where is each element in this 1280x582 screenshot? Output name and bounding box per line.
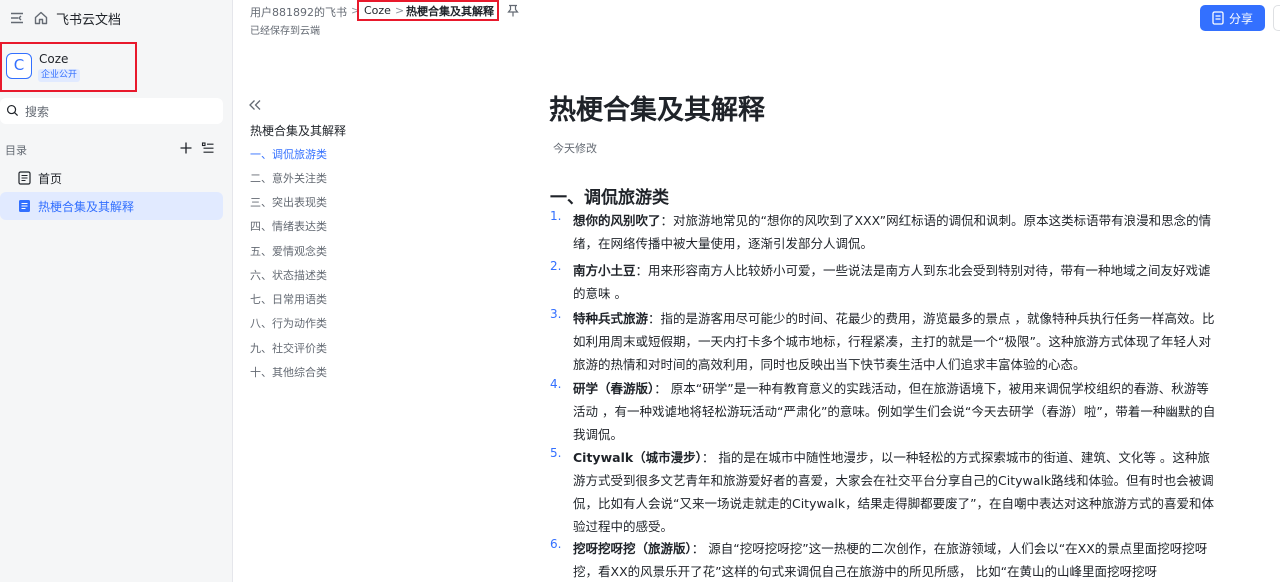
description: ：对旅游地常见的“想你的风吹到了XXX”网红标语的调侃和讽刺。原本这类标语带有浪… <box>573 213 1212 251</box>
outline-item[interactable]: 五、爱情观念类 <box>250 243 327 259</box>
list-item-text: Citywalk（城市漫步）： 指的是在城市中随性地漫步，以一种轻松的方式探索城… <box>573 446 1218 538</box>
share-button-label: 分享 <box>1229 12 1254 26</box>
section-heading[interactable]: 一、调侃旅游类 <box>550 183 669 208</box>
header-more-button[interactable] <box>1273 5 1280 31</box>
breadcrumb-doc-title[interactable]: 热梗合集及其解释 <box>406 3 494 19</box>
doc-icon <box>18 171 31 185</box>
sidebar-item-label: 首页 <box>38 172 63 186</box>
list-item-text: 特种兵式旅游：指的是游客用尽可能少的时间、花最少的费用，游览最多的景点 ，就像特… <box>573 307 1218 376</box>
save-status: 已经保存到云端 <box>250 26 320 37</box>
term: 挖呀挖呀挖（旅游版） <box>573 541 692 556</box>
list-number: 6. <box>550 537 562 551</box>
outline-item[interactable]: 三、突出表现类 <box>250 194 327 210</box>
term: 想你的风别吹了 <box>573 213 661 228</box>
breadcrumb-owner[interactable]: 用户881892的飞书 <box>250 4 347 20</box>
outline-title[interactable]: 热梗合集及其解释 <box>250 122 346 139</box>
list-number: 4. <box>550 377 562 391</box>
list-icon[interactable] <box>201 141 215 155</box>
outline-item[interactable]: 二、意外关注类 <box>250 170 327 186</box>
doc-title[interactable]: 热梗合集及其解释 <box>549 88 765 127</box>
workspace-visibility-badge: 企业公开 <box>38 69 81 82</box>
sidebar-item-current-doc[interactable]: 热梗合集及其解释 <box>0 192 223 220</box>
pin-icon[interactable] <box>507 4 519 17</box>
term: Citywalk（城市漫步） <box>573 450 702 465</box>
breadcrumb-space[interactable]: Coze <box>364 4 391 17</box>
search-input[interactable]: 搜索 <box>0 98 223 124</box>
sidebar-item-label: 热梗合集及其解释 <box>38 200 135 214</box>
outline-item[interactable]: 九、社交评价类 <box>250 340 327 356</box>
sidebar-collapse-icon[interactable] <box>9 10 25 26</box>
plus-icon[interactable] <box>179 141 193 155</box>
outline-item[interactable]: 四、情绪表达类 <box>250 218 327 234</box>
list-number: 2. <box>550 259 562 273</box>
outline-item[interactable]: 一、调侃旅游类 <box>250 146 327 162</box>
home-icon[interactable] <box>33 10 49 26</box>
breadcrumb-separator: > <box>395 4 405 17</box>
sidebar: 飞书云文档 C Coze 企业公开 搜索 目录 首页 热梗合集及其解释 <box>0 0 233 582</box>
list-item-text: 研学（春游版）： 原本“研学”是一种有教育意义的实践活动，但在旅游语境下，被用来… <box>573 377 1218 446</box>
term: 研学（春游版） <box>573 381 655 396</box>
description: ：指的是游客用尽可能少的时间、花最少的费用，游览最多的景点 ，就像特种兵执行任务… <box>573 311 1215 372</box>
outline-item[interactable]: 七、日常用语类 <box>250 291 327 307</box>
share-button[interactable]: 分享 <box>1200 5 1265 31</box>
workspace-logo[interactable]: C <box>6 53 32 79</box>
outline-item[interactable]: 十、其他综合类 <box>250 364 327 380</box>
search-icon <box>6 104 19 117</box>
modified-status: 今天修改 <box>553 142 597 155</box>
description: ： 原本“研学”是一种有教育意义的实践活动，但在旅游语境下，被用来调侃学校组织的… <box>573 381 1216 442</box>
sidebar-item-home[interactable]: 首页 <box>0 164 223 192</box>
term: 南方小土豆 <box>573 263 636 278</box>
list-number: 3. <box>550 307 562 321</box>
sidebar-top-bar: 飞书云文档 <box>0 0 233 36</box>
list-item-text: 想你的风别吹了：对旅游地常见的“想你的风吹到了XXX”网红标语的调侃和讽刺。原本… <box>573 209 1218 255</box>
workspace-name[interactable]: Coze <box>39 52 68 66</box>
term: 特种兵式旅游 <box>573 311 649 326</box>
list-number: 1. <box>550 209 562 223</box>
doc-icon <box>19 200 30 212</box>
app-name[interactable]: 飞书云文档 <box>56 9 121 28</box>
list-item-text: 挖呀挖呀挖（旅游版）： 源自“挖呀挖呀挖”这一热梗的二次创作，在旅游领域，人们会… <box>573 537 1218 582</box>
double-chevron-left-icon[interactable] <box>248 98 262 112</box>
list-number: 5. <box>550 446 562 460</box>
search-label: 搜索 <box>25 105 50 119</box>
description: ：用来形容南方人比较娇小可爱，一些说法是南方人到东北会受到特别对待，带有一种地域… <box>573 263 1211 301</box>
list-item-text: 南方小土豆：用来形容南方人比较娇小可爱，一些说法是南方人到东北会受到特别对待，带… <box>573 259 1218 305</box>
toc-heading: 目录 <box>5 144 27 157</box>
outline-item[interactable]: 六、状态描述类 <box>250 267 327 283</box>
share-doc-icon <box>1212 11 1224 25</box>
outline-item[interactable]: 八、行为动作类 <box>250 315 327 331</box>
